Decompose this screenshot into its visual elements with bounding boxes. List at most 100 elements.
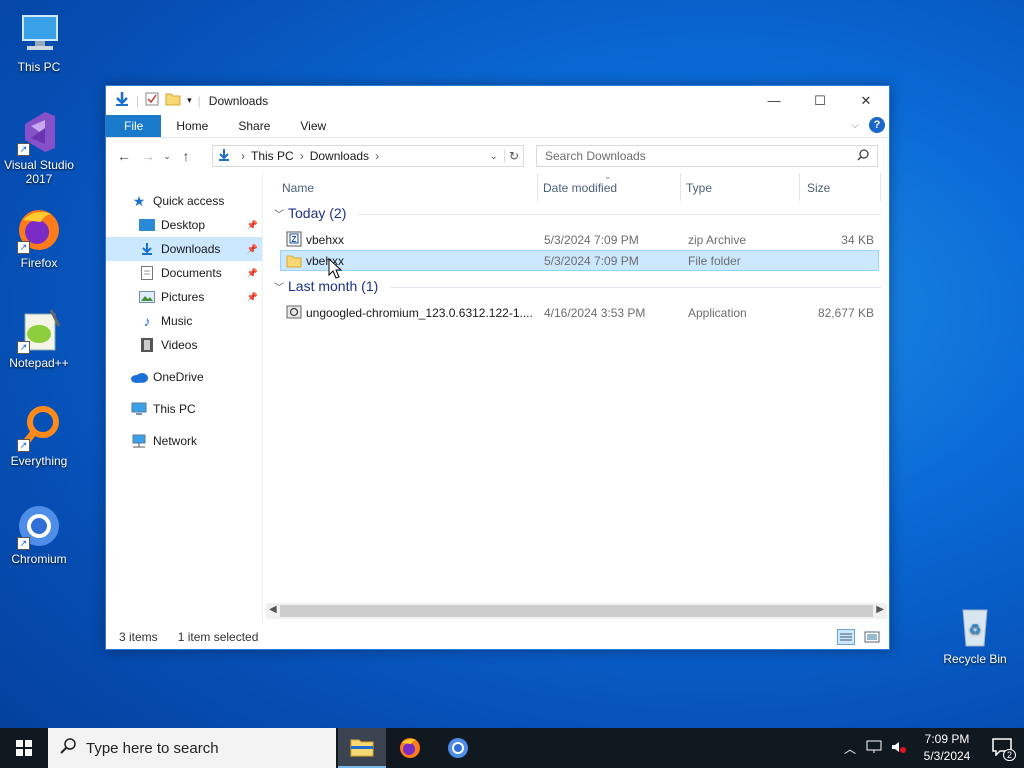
chevron-down-icon[interactable]: ⌄	[490, 151, 498, 162]
properties-icon[interactable]	[145, 92, 159, 109]
taskbar-search-input[interactable]: Type here to search	[48, 728, 336, 768]
svg-text:♻: ♻	[969, 621, 982, 637]
taskbar-chromium[interactable]	[434, 728, 482, 768]
notification-count-badge: 2	[1002, 748, 1016, 761]
file-name: vbehxx	[306, 233, 345, 247]
table-row[interactable]: ungoogled-chromium_123.0.6312.122-1.... …	[274, 302, 889, 323]
tab-home[interactable]: Home	[161, 115, 223, 137]
scroll-right-icon[interactable]: ▶	[876, 604, 884, 615]
breadcrumb-downloads[interactable]: Downloads	[310, 149, 369, 163]
windows-logo-icon	[16, 740, 32, 756]
group-title: Today (2)	[288, 205, 347, 221]
scroll-left-icon[interactable]: ◀	[269, 604, 277, 615]
nav-videos[interactable]: Videos	[106, 333, 262, 357]
recent-locations-button[interactable]: ⌄	[160, 151, 174, 162]
nav-network[interactable]: Network	[106, 429, 262, 453]
notification-center-icon[interactable]: 2	[992, 737, 1016, 761]
expand-ribbon-icon[interactable]: ⌵	[851, 120, 859, 131]
nav-quick-access[interactable]: ★ Quick access	[106, 189, 262, 213]
file-list: Name Date modified ⌄ Type Size ﹀ Today (…	[274, 171, 889, 623]
group-header-last-month[interactable]: ﹀ Last month (1)	[274, 276, 889, 298]
column-type[interactable]: Type	[686, 181, 712, 195]
mouse-cursor-icon	[328, 257, 343, 283]
close-button[interactable]: ✕	[843, 86, 889, 115]
download-arrow-icon	[138, 241, 156, 257]
horizontal-scrollbar[interactable]: ◀ ▶	[266, 603, 887, 619]
desktop-icon-label: Firefox	[20, 256, 58, 270]
clock[interactable]: 7:09 PM 5/3/2024	[912, 731, 982, 765]
pin-icon[interactable]: 📌	[247, 220, 258, 231]
shortcut-arrow-icon: ↗	[17, 537, 30, 550]
table-row[interactable]: Z vbehxx 5/3/2024 7:09 PM zip Archive 34…	[274, 229, 889, 250]
taskbar-firefox[interactable]	[386, 728, 434, 768]
computer-icon	[130, 401, 148, 417]
nav-onedrive[interactable]: OneDrive	[106, 365, 262, 389]
tab-file[interactable]: File	[106, 115, 162, 137]
nav-label: Videos	[161, 338, 198, 352]
desktop-icon-notepadpp[interactable]: ↗ Notepad++	[1, 306, 77, 370]
pin-icon[interactable]: 📌	[247, 268, 258, 279]
pin-icon[interactable]: 📌	[247, 292, 258, 303]
address-bar[interactable]: › This PC › Downloads › ⌄ ↻	[212, 145, 524, 167]
start-button[interactable]	[0, 728, 48, 768]
group-header-today[interactable]: ﹀ Today (2)	[274, 203, 889, 225]
desktop-icon-this-pc[interactable]: This PC	[1, 10, 77, 74]
table-row-selected[interactable]: vbehxx 5/3/2024 7:09 PM File folder	[280, 250, 879, 271]
forward-button[interactable]: →	[136, 148, 160, 164]
volume-muted-icon[interactable]	[890, 740, 906, 757]
details-view-icon[interactable]	[837, 629, 855, 648]
download-arrow-icon	[217, 148, 231, 165]
new-folder-icon[interactable]	[165, 92, 181, 109]
nav-desktop[interactable]: Desktop 📌	[106, 213, 262, 237]
column-date-modified[interactable]: Date modified	[543, 181, 617, 195]
nav-downloads[interactable]: Downloads 📌	[106, 237, 262, 261]
taskbar-file-explorer[interactable]	[338, 728, 386, 768]
shortcut-arrow-icon: ↗	[17, 341, 30, 354]
up-button[interactable]: ↑	[174, 148, 198, 164]
nav-documents[interactable]: Documents 📌	[106, 261, 262, 285]
nav-label: This PC	[153, 402, 196, 416]
nav-pictures[interactable]: Pictures 📌	[106, 285, 262, 309]
taskbar-search-placeholder: Type here to search	[86, 739, 219, 757]
maximize-button[interactable]: ☐	[797, 86, 843, 115]
file-size: 34 KB	[841, 233, 874, 247]
chevron-up-icon[interactable]: ︿	[844, 740, 856, 757]
nav-label: Downloads	[161, 242, 221, 256]
desktop-icon-chromium[interactable]: ↗ Chromium	[1, 502, 77, 566]
breadcrumb-this-pc[interactable]: This PC	[251, 149, 294, 163]
window-title: Downloads	[208, 93, 269, 108]
desktop-icon-recycle-bin[interactable]: ♻ Recycle Bin	[937, 602, 1013, 666]
desktop-icon-everything[interactable]: ↗ Everything	[1, 404, 77, 468]
ribbon: File Home Share View ⌵ ?	[106, 115, 889, 138]
network-icon[interactable]	[866, 740, 882, 757]
pin-icon[interactable]: 📌	[247, 244, 258, 255]
file-type: File folder	[688, 254, 741, 268]
nav-this-pc[interactable]: This PC	[106, 397, 262, 421]
tab-view[interactable]: View	[285, 115, 341, 137]
tab-share[interactable]: Share	[223, 115, 285, 137]
cloud-icon	[130, 369, 148, 385]
desktop-icon-firefox[interactable]: ↗ Firefox	[1, 206, 77, 270]
chevron-right-icon: ›	[241, 149, 245, 163]
shortcut-arrow-icon: ↗	[17, 241, 30, 254]
nav-label: Music	[161, 314, 193, 328]
minimize-button[interactable]: —	[751, 86, 797, 115]
explorer-window: | ▾ | Downloads — ☐ ✕ File Home Share Vi…	[105, 85, 890, 650]
document-icon	[138, 265, 156, 281]
recycle-bin-icon: ♻	[951, 602, 999, 650]
visual-studio-icon: ↗	[15, 108, 63, 156]
search-input[interactable]: Search Downloads	[536, 145, 878, 167]
desktop-icon-visual-studio[interactable]: ↗ Visual Studio 2017	[1, 108, 77, 186]
back-button[interactable]: ←	[112, 148, 136, 164]
column-size[interactable]: Size	[807, 181, 830, 195]
refresh-icon[interactable]: ↻	[503, 149, 519, 163]
chevron-down-icon[interactable]: ▾	[187, 95, 192, 106]
help-icon[interactable]: ?	[869, 117, 885, 133]
column-name[interactable]: Name	[282, 181, 314, 195]
file-name: ungoogled-chromium_123.0.6312.122-1....	[306, 306, 533, 320]
system-tray: ︿ 7:09 PM 5/3/2024 2	[844, 728, 1024, 768]
scrollbar-thumb[interactable]	[280, 605, 873, 617]
computer-icon	[15, 10, 63, 58]
large-icons-view-icon[interactable]	[863, 629, 881, 648]
nav-music[interactable]: ♪ Music	[106, 309, 262, 333]
